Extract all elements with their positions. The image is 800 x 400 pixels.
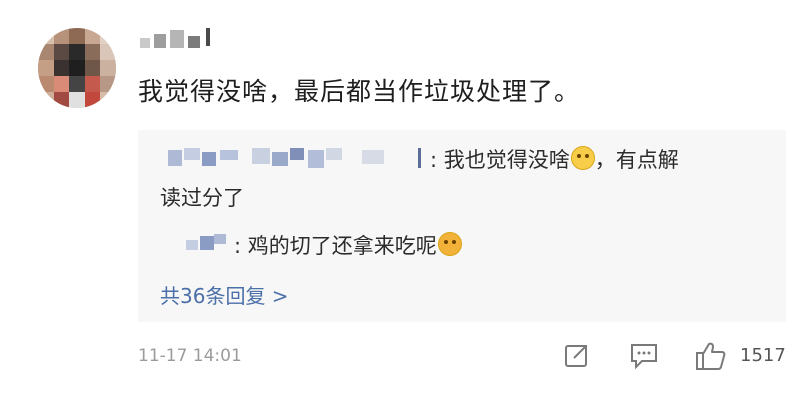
like-count: 1517 [740, 345, 786, 366]
reply-text-continued: 读过分了 [160, 186, 244, 210]
username[interactable] [140, 28, 230, 50]
replies-panel: : 我也觉得没啥 ，有点解 读过分了 : 鸡的切了还拿来吃呢 共36条回复 > [138, 130, 786, 322]
reply-username[interactable] [186, 234, 228, 252]
comment-icon[interactable] [628, 340, 660, 374]
shocked-emoji-icon [437, 232, 462, 256]
reply-username[interactable] [168, 148, 423, 168]
share-icon[interactable] [562, 340, 592, 374]
avatar[interactable] [38, 28, 116, 108]
laughing-tears-emoji-icon [570, 146, 595, 170]
like-icon[interactable] [694, 340, 728, 376]
comment-text: 我觉得没啥，最后都当作垃圾处理了。 [138, 77, 581, 106]
timestamp: 11-17 14:01 [138, 346, 242, 366]
more-replies-link[interactable]: 共36条回复 > [160, 280, 289, 309]
reply-text: : 我也觉得没啥 ，有点解 [430, 146, 679, 172]
reply-text: : 鸡的切了还拿来吃呢 [234, 230, 462, 260]
